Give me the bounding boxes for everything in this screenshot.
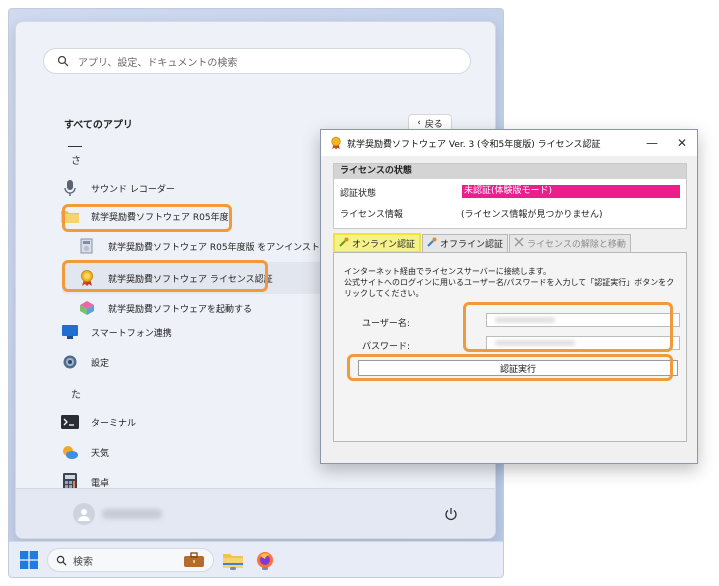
running-indicator: [230, 567, 236, 570]
taskbar-search-label: 検索: [73, 556, 93, 568]
group-letter-ta[interactable]: た: [71, 386, 81, 401]
app-label: 電卓: [91, 478, 110, 489]
divider: [68, 146, 82, 147]
uninstall-icon: [78, 237, 96, 255]
start-search-box[interactable]: アプリ、設定、ドキュメントの検索: [43, 48, 471, 74]
tab-offline-auth[interactable]: オフライン認証: [422, 234, 509, 252]
chevron-left-icon: ‹: [417, 118, 421, 128]
power-icon[interactable]: [440, 503, 462, 525]
instructions-line: インターネット経由でライセンスサーバーに接続します。: [344, 267, 551, 276]
auth-tabs: オンライン認証 オフライン認証 ライセンスの解除と移動: [333, 233, 632, 253]
license-ribbon-icon: [329, 136, 343, 150]
user-bar: [16, 488, 495, 538]
tab-release-transfer[interactable]: ライセンスの解除と移動: [509, 234, 631, 252]
highlight-box-credentials: [463, 302, 673, 352]
app-label: 天気: [91, 448, 110, 459]
user-avatar[interactable]: [73, 503, 95, 525]
tab-label: ライセンスの解除と移動: [527, 240, 626, 250]
license-info-value: (ライセンス情報が見つかりません): [461, 210, 603, 220]
password-label: パスワード:: [362, 342, 411, 352]
app-label: スマートフォン連携: [91, 328, 172, 339]
key-icon: [427, 237, 437, 250]
running-indicator: [262, 567, 268, 570]
microphone-icon: [61, 179, 79, 197]
app-item-weather[interactable]: 天気: [61, 440, 109, 464]
app-item-phone-link[interactable]: スマートフォン連携: [61, 320, 172, 344]
file-explorer-icon[interactable]: [221, 548, 245, 572]
taskbar: 検索: [9, 541, 503, 577]
highlight-box-auth-button: [347, 354, 673, 381]
briefcase-icon: [183, 552, 205, 568]
license-section-title: ライセンスの状態: [334, 164, 686, 179]
gear-icon: [61, 353, 79, 371]
instructions-line: 公式サイトへのログインに用いるユーザー名/パスワードを入力して「認証実行」ボタン…: [344, 278, 675, 298]
minimize-icon: —: [646, 136, 658, 150]
release-icon: [514, 237, 524, 250]
highlight-box-folder: [62, 204, 232, 232]
license-info-label: ライセンス情報: [340, 210, 403, 220]
app-label: ターミナル: [91, 418, 137, 429]
terminal-icon: [61, 413, 79, 431]
auth-status-label: 認証状態: [340, 189, 377, 199]
search-placeholder: アプリ、設定、ドキュメントの検索: [78, 57, 238, 69]
dialog-title: 就学奨励費ソフトウェア Ver. 3 (令和5年度版) ライセンス認証: [347, 139, 601, 150]
weather-icon: [61, 443, 79, 461]
firefox-icon[interactable]: [253, 548, 277, 572]
app-label: サウンド レコーダー: [91, 184, 175, 195]
windows-start-icon[interactable]: [20, 551, 38, 569]
app-item-uninstall[interactable]: 就学奨励費ソフトウェア R05年度版 をアンインストールする: [78, 234, 356, 258]
close-icon: ✕: [676, 136, 688, 150]
search-icon: [56, 551, 67, 570]
tab-label: オンライン認証: [352, 239, 416, 250]
license-dialog: 就学奨励費ソフトウェア Ver. 3 (令和5年度版) ライセンス認証 — ✕ …: [320, 129, 698, 464]
all-apps-title: すべてのアプリ: [64, 120, 133, 131]
app-label: 設定: [91, 358, 110, 369]
tab-online-auth[interactable]: オンライン認証: [333, 233, 422, 253]
username-label: ユーザー名:: [362, 319, 410, 329]
minimize-button[interactable]: —: [637, 130, 667, 156]
highlight-box-license: [62, 260, 268, 292]
username-redacted: [102, 509, 162, 519]
phone-link-icon: [61, 323, 79, 341]
app-launch-icon: [78, 299, 96, 317]
auth-status-value: 未認証(体験版モード): [462, 185, 680, 198]
group-letter-sa[interactable]: さ: [71, 152, 81, 167]
instructions: インターネット経由でライセンスサーバーに接続します。 公式サイトへのログインに用…: [344, 266, 680, 299]
dialog-titlebar[interactable]: 就学奨励費ソフトウェア Ver. 3 (令和5年度版) ライセンス認証 — ✕: [321, 130, 697, 156]
app-item-terminal[interactable]: ターミナル: [61, 410, 136, 434]
app-item-sound-recorder[interactable]: サウンド レコーダー: [61, 176, 175, 200]
app-item-settings[interactable]: 設定: [61, 350, 109, 374]
app-label: 就学奨励費ソフトウェア R05年度版 をアンインストールする: [108, 242, 356, 253]
app-label: 就学奨励費ソフトウェアを起動する: [108, 304, 253, 315]
tab-label: オフライン認証: [440, 240, 504, 250]
taskbar-search[interactable]: 検索: [47, 548, 214, 572]
search-icon: [54, 52, 72, 70]
key-icon: [339, 237, 349, 250]
back-button-label: 戻る: [424, 119, 443, 130]
app-item-launch[interactable]: 就学奨励費ソフトウェアを起動する: [78, 296, 252, 320]
close-button[interactable]: ✕: [667, 130, 697, 156]
license-status-panel: ライセンスの状態 認証状態 未認証(体験版モード) ライセンス情報 (ライセンス…: [333, 163, 687, 229]
